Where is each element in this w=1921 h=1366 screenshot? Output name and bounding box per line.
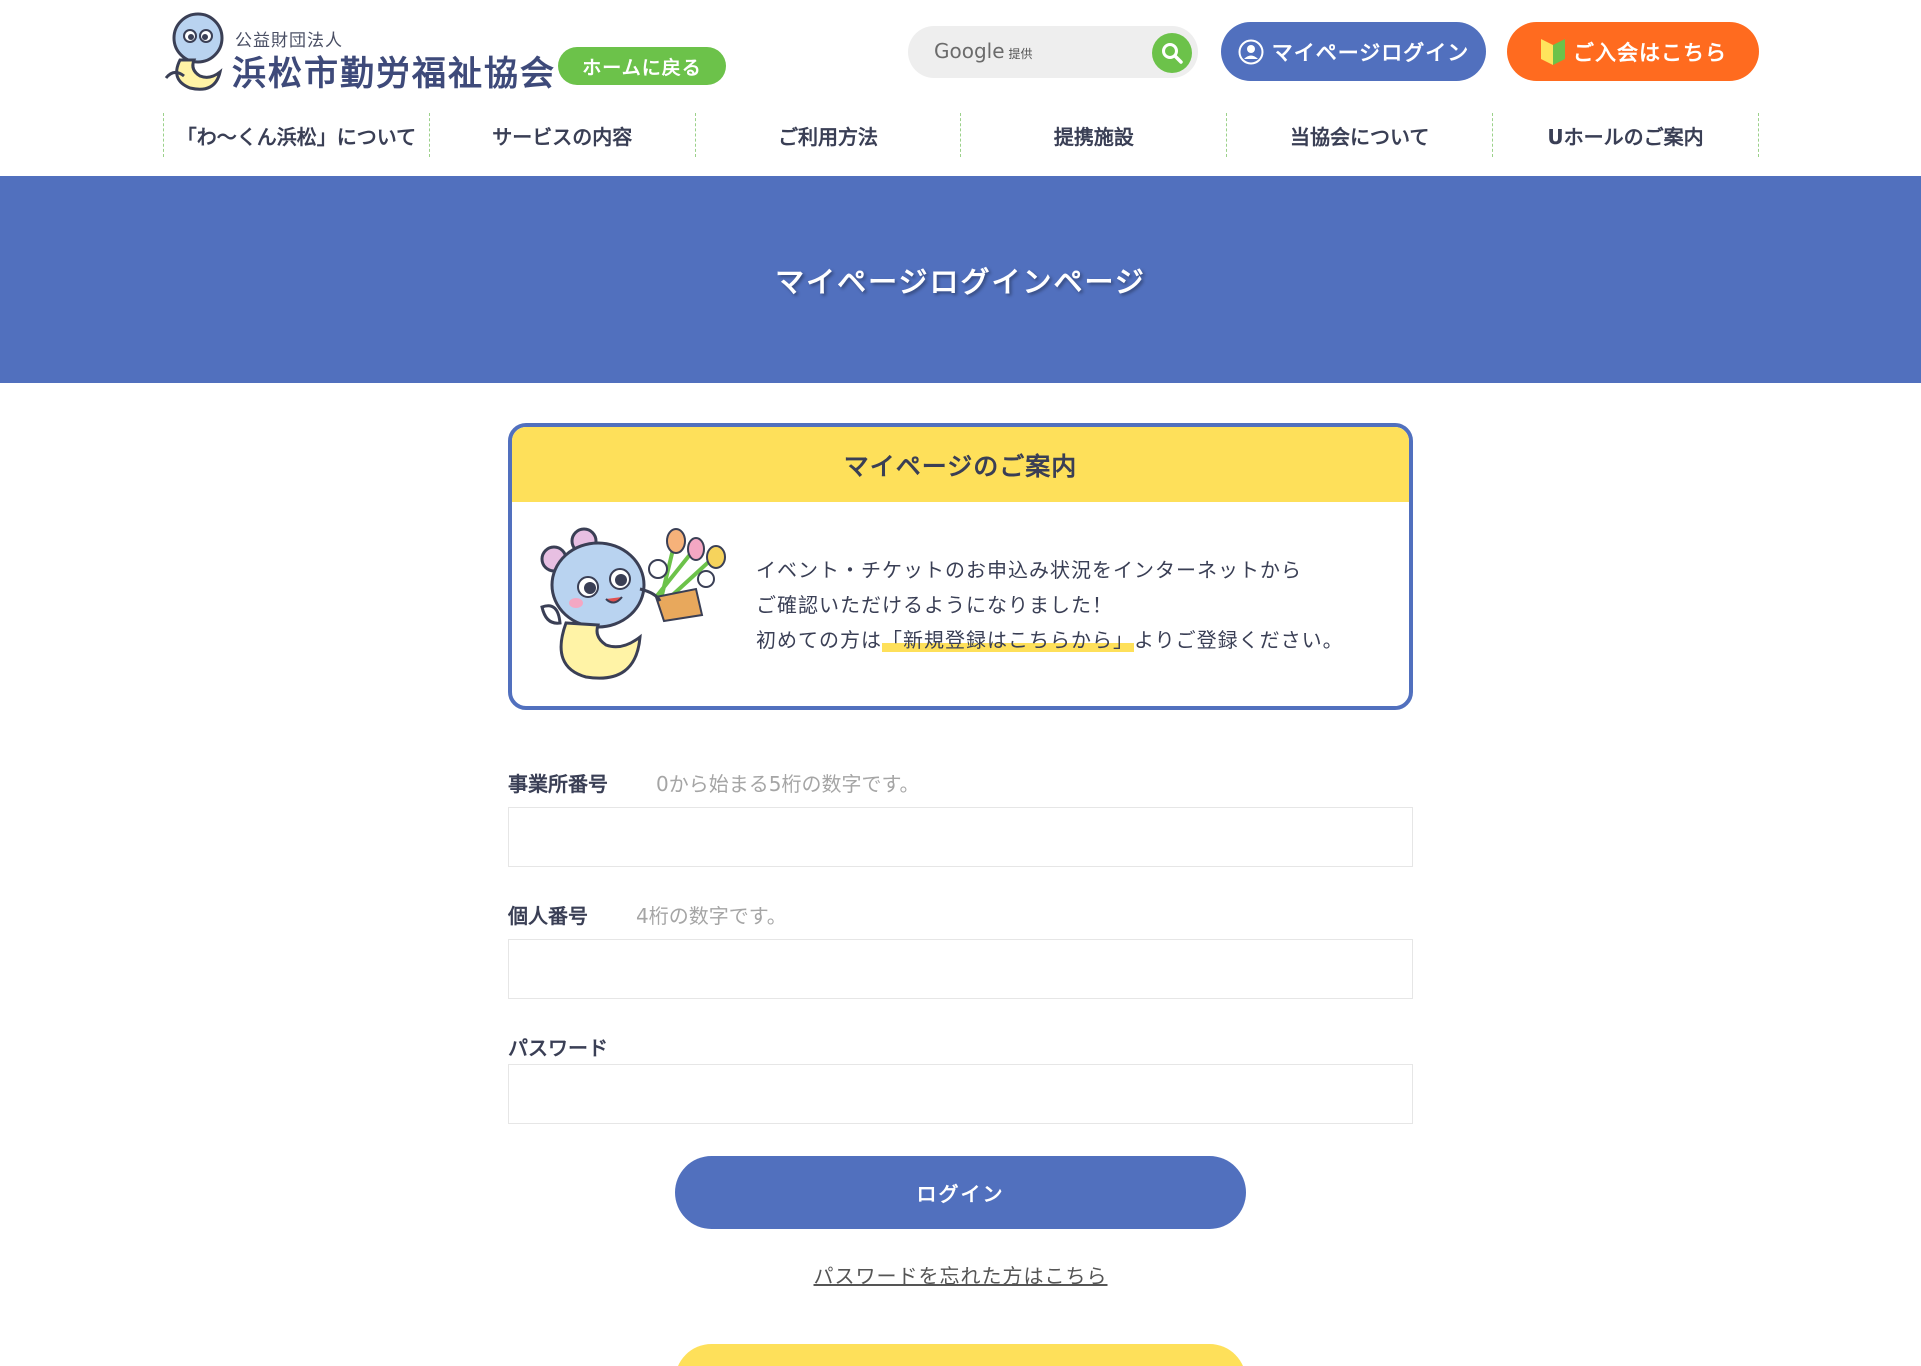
office-number-label: 事業所番号 — [508, 772, 608, 796]
user-icon — [1238, 39, 1264, 64]
org-name: 浜松市勤労福祉協会 — [232, 54, 556, 94]
personal-number-label: 個人番号 — [508, 904, 588, 928]
forgot-password-link[interactable]: パスワードを忘れた方はこちら — [814, 1264, 1108, 1288]
forgot-password-row: パスワードを忘れた方はこちら — [0, 1260, 1921, 1289]
mascot-with-flowers-icon — [540, 527, 726, 680]
info-box-heading: マイページのご案内 — [512, 427, 1409, 502]
nav-item-about-association[interactable]: 当協会について — [1226, 113, 1492, 157]
new-registration-button[interactable] — [675, 1344, 1246, 1366]
nav-item-services[interactable]: サービスの内容 — [428, 113, 695, 157]
site-search[interactable]: Google 提供 — [908, 26, 1198, 78]
office-number-input[interactable] — [508, 807, 1413, 867]
join-button[interactable]: ご入会はこちら — [1507, 22, 1759, 81]
site-header: 公益財団法人 浜松市勤労福祉協会 ホームに戻る Google 提供 マイページログ… — [0, 0, 1921, 175]
google-brand-label: Google — [934, 39, 1005, 63]
mypage-login-button[interactable]: マイページログイン — [1221, 22, 1486, 81]
info-line-1: イベント・チケットのお申込み状況をインターネットから — [756, 558, 1302, 582]
info-line-3-suffix: よりご登録ください。 — [1134, 628, 1344, 652]
new-registration-link[interactable]: 「新規登録はこちらから」 — [882, 628, 1134, 652]
search-icon — [1162, 43, 1183, 64]
nav-item-how-to-use[interactable]: ご利用方法 — [694, 113, 961, 157]
search-button[interactable] — [1152, 33, 1192, 73]
page-title: マイページログインページ — [775, 264, 1146, 299]
office-number-hint: 0から始まる5桁の数字です。 — [656, 772, 920, 796]
mypage-info-box: マイページのご案内 イベント・チケットのお申込み状況をインターネットから ご確認… — [508, 423, 1413, 710]
search-brand: Google 提供 — [934, 39, 1033, 63]
login-submit-button[interactable]: ログイン — [675, 1156, 1246, 1229]
global-nav: 「わ～くん浜松」について サービスの内容 ご利用方法 提携施設 当協会について … — [163, 113, 1759, 157]
info-line-3-prefix: 初めての方は — [756, 628, 882, 652]
nav-item-partner-facilities[interactable]: 提携施設 — [960, 113, 1226, 157]
beginner-mark-icon — [1541, 38, 1565, 65]
join-label: ご入会はこちら — [1573, 40, 1727, 65]
nav-item-about-wakun[interactable]: 「わ～くん浜松」について — [163, 113, 429, 157]
info-box-text: イベント・チケットのお申込み状況をインターネットから ご確認いただけるようになり… — [756, 553, 1344, 658]
personal-number-hint: 4桁の数字です。 — [636, 904, 787, 928]
info-line-3: 初めての方は「新規登録はこちらから」よりご登録ください。 — [756, 623, 1344, 658]
password-input[interactable] — [508, 1064, 1413, 1124]
search-provided-label: 提供 — [1008, 47, 1033, 61]
site-logo[interactable]: 公益財団法人 浜松市勤労福祉協会 — [160, 10, 560, 95]
mascot-logo-icon — [164, 12, 224, 91]
personal-number-input[interactable] — [508, 939, 1413, 999]
home-button[interactable]: ホームに戻る — [558, 47, 726, 85]
password-label: パスワード — [508, 1036, 608, 1060]
mypage-login-label: マイページログイン — [1271, 40, 1470, 65]
info-line-2: ご確認いただけるようになりました！ — [756, 593, 1113, 617]
nav-item-u-hall[interactable]: Uホールのご案内 — [1492, 113, 1759, 157]
page-hero: マイページログインページ — [0, 176, 1921, 383]
